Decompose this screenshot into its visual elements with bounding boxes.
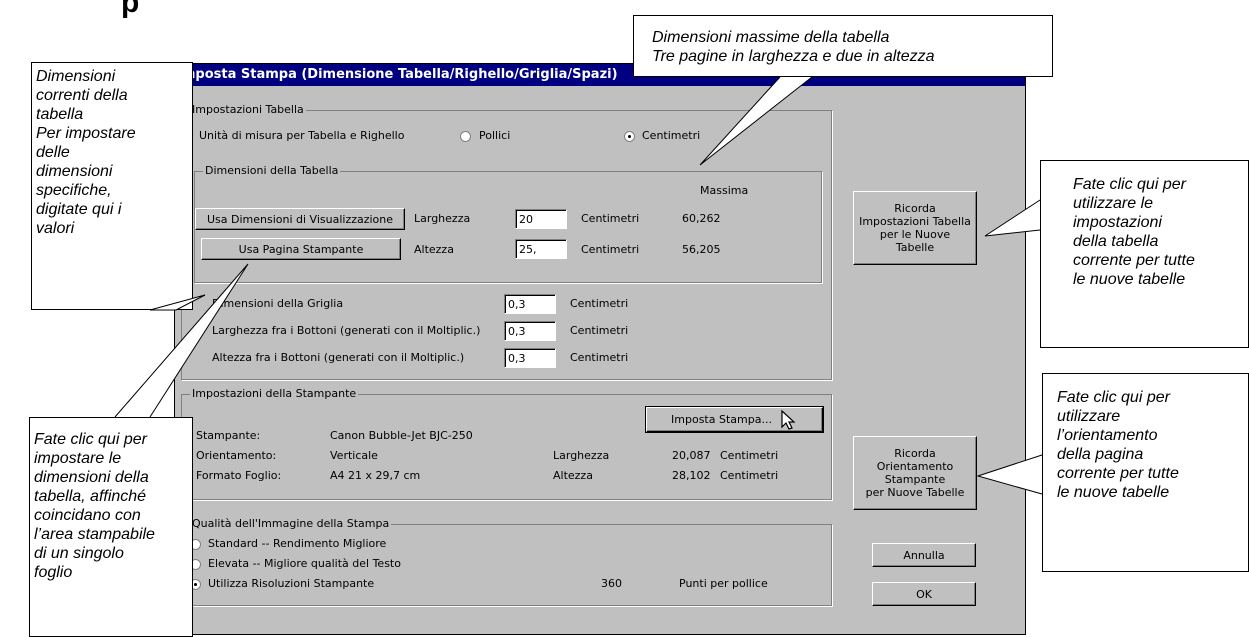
pointer-use-page <box>114 263 249 418</box>
pointer-current-dims <box>149 294 206 311</box>
callout-pointers <box>114 76 1043 495</box>
pointer-remember-table <box>984 199 1041 237</box>
pointer-remember-orientation <box>976 454 1043 495</box>
pointer-max-dims <box>699 76 813 166</box>
